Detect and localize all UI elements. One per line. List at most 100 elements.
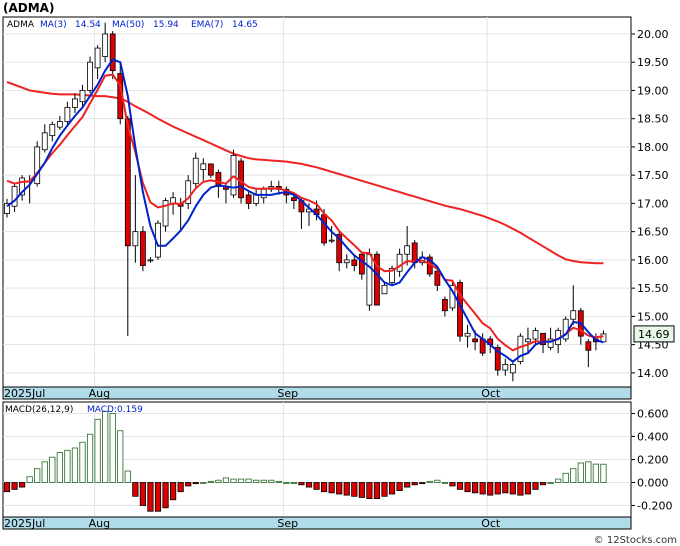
candle-body [472,338,479,343]
macd-bar [3,482,11,493]
candle-body [79,90,86,103]
macd-month-label: 2025Jul [4,517,45,530]
macd-bar [494,482,501,495]
macd-bar [449,482,456,487]
legend-ma50-label: MA(50) [112,20,144,30]
candle-body [441,299,448,312]
price-panel: 20.00 19.50 19.00 18.50 18.00 17.50 17.00 16.50… [2,16,675,400]
legend-symbol: ADMA [7,20,35,30]
price-tick-label: 17.00 [637,197,669,210]
candle-body [585,341,592,351]
candle [457,279,463,342]
price-tick-label: 14.00 [637,367,669,380]
candle-body [434,270,441,286]
price-tick-label: 17.50 [637,169,669,182]
macd-bar [230,478,237,483]
stock-chart: (ADMA) 20.00 19.50 19.00 18.50 18.00 17.50 17.… [2,1,677,546]
macd-tick-label: 0.200 [637,454,669,467]
macd-tick-label: 0.000 [637,477,669,490]
candle-body [109,33,116,72]
macd-bar [600,463,607,483]
macd-bar [268,479,275,483]
candle-body [411,242,418,264]
macd-bar [570,468,577,483]
macd-bar [71,447,79,483]
macd-bar [585,461,592,483]
macd-bar [94,418,101,483]
macd-bar [577,462,584,483]
macd-bar [441,482,449,484]
candle-body [11,186,18,207]
macd-month-label: Oct [481,517,501,530]
macd-bar [434,479,441,483]
macd-bar [169,482,177,501]
candle [230,149,237,198]
macd-month-label: Sep [277,517,298,530]
candle-body [404,245,411,255]
macd-bar [396,482,403,491]
macd-bar [592,463,600,483]
candle-body [87,61,93,91]
macd-bar [471,482,479,494]
macd-bar [404,482,411,488]
candle [139,226,146,272]
price-tick-label: 20.00 [637,28,669,41]
candle [517,333,524,365]
macd-bar [343,482,350,496]
legend-ma50-value: 15.94 [153,20,179,30]
candle-body [509,364,516,374]
macd-bar [237,478,245,483]
macd-bar [109,413,116,483]
macd-bar [41,461,48,483]
macd-bar [132,482,139,497]
candle-body [532,330,539,340]
price-tick-label: 16.00 [637,254,669,267]
candle-body [56,121,63,128]
macd-bar [56,452,63,483]
macd-bar [207,480,214,483]
candle [34,141,41,187]
macd-bar [479,482,486,495]
macd-bar [388,482,396,495]
macd-tick-label: 0.400 [637,431,669,444]
legend-ma3-label: MA(3) [40,20,67,30]
candle [374,251,380,306]
macd-legend-label: MACD(26,12,9) [5,405,73,415]
macd-bar [192,482,199,485]
macd-bar [328,482,335,494]
candle-body [351,259,358,266]
candle-body [253,194,260,204]
macd-bar [509,482,516,495]
macd-bar [139,482,146,506]
candle-body [502,364,509,371]
price-tick-label: 16.50 [637,226,669,239]
macd-bar [336,482,343,495]
macd-bar [290,482,298,484]
macd-tick-label: 0.600 [637,408,669,421]
macd-bar [26,476,33,483]
price-month-label: 2025Jul [4,387,45,400]
candle-body [64,106,71,122]
candle-body [343,259,350,264]
macd-bar [547,482,554,484]
macd-bar [34,468,41,483]
legend-ema7-label: EMA(7) [191,20,223,30]
macd-bar [200,482,207,484]
candle-body [260,188,267,199]
macd-tick-label: -0.200 [637,500,672,513]
macd-bar [305,482,313,488]
price-month-label: Sep [277,387,298,400]
candle-body [245,194,252,204]
macd-bar [154,482,162,512]
candle-body [49,123,56,137]
macd-panel: 0.600 0.400 0.200 0.000 -0.200 2025Jul Aug Sep O… [2,401,672,530]
candle-body [381,284,388,295]
macd-bar [124,470,131,483]
macd-bar [313,482,320,490]
candle-body [525,338,531,343]
macd-bar [177,482,184,493]
price-tick-label: 18.50 [637,113,669,126]
macd-bar [539,482,547,486]
watermark: © 12Stocks.com [594,535,677,546]
candle-body [132,231,139,247]
